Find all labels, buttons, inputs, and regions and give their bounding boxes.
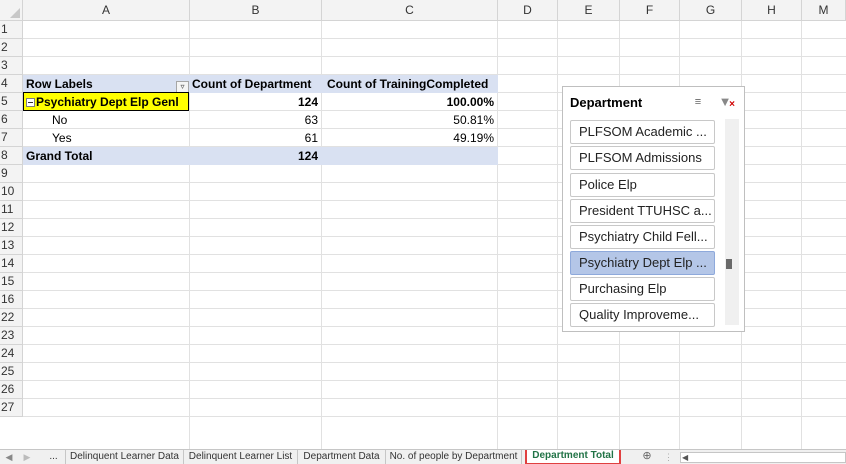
spreadsheet-grid[interactable]: A B C D E F G H M 1 2 3 4 5 6 7 8 9 10 1… [0, 0, 846, 449]
slicer-item[interactable]: President TTUHSC a... [570, 199, 715, 223]
pivot-col-b-header: Count of Department [192, 77, 312, 91]
tab-splitter-icon[interactable]: ⋮ [664, 450, 673, 464]
pivot-row-labels-header: Row Labels [26, 77, 93, 91]
row-header[interactable]: 25 [0, 363, 23, 381]
row-header[interactable]: 16 [0, 291, 23, 309]
department-slicer[interactable]: Department ≡ ▼ × PLFSOM Academic ... PLFS… [562, 86, 745, 332]
row-header[interactable]: 12 [0, 219, 23, 237]
row-header[interactable]: 1 [0, 21, 23, 39]
collapse-icon[interactable] [26, 98, 35, 107]
slicer-item[interactable]: Quality Improveme... [570, 303, 715, 327]
slicer-scrollbar[interactable] [725, 119, 739, 325]
multi-select-icon[interactable]: ≡ [691, 95, 705, 109]
pivot-item-count: 61 [304, 131, 318, 145]
row-header[interactable]: 10 [0, 183, 23, 201]
pivot-grandtotal-label: Grand Total [26, 149, 93, 163]
slicer-scroll-thumb[interactable] [726, 259, 732, 269]
column-header-f[interactable]: F [620, 0, 680, 21]
tab-people-by-department[interactable]: No. of people by Department [386, 450, 522, 464]
pivot-item-label: Yes [52, 131, 72, 145]
pivot-group-label[interactable]: Psychiatry Dept Elp Genl [26, 93, 188, 111]
slicer-item[interactable]: PLFSOM Academic ... [570, 120, 715, 144]
tab-department-data[interactable]: Department Data [298, 450, 386, 464]
pivot-item-label: No [52, 113, 68, 127]
more-sheets-tab[interactable]: ... [42, 450, 66, 464]
pivot-group-pct: 100.00% [446, 95, 494, 109]
row-header[interactable]: 23 [0, 327, 23, 345]
clear-filter-icon[interactable]: ▼ × [717, 94, 735, 110]
next-sheet-icon[interactable]: ▶ [22, 450, 32, 464]
prev-sheet-icon[interactable]: ◀ [4, 450, 14, 464]
select-all-corner[interactable] [0, 0, 23, 21]
row-header[interactable]: 26 [0, 381, 23, 399]
column-header-h[interactable]: H [742, 0, 802, 21]
row-header[interactable]: 22 [0, 309, 23, 327]
pivot-group-count: 124 [297, 95, 318, 109]
row-header[interactable]: 15 [0, 273, 23, 291]
column-header-c[interactable]: C [322, 0, 498, 21]
tab-department-total[interactable]: Department Total [525, 450, 621, 464]
column-header-a[interactable]: A [23, 0, 190, 21]
pivot-grandtotal-count: 124 [297, 149, 318, 163]
tab-delinquent-learner-data[interactable]: Delinquent Learner Data [66, 450, 184, 464]
pivot-item-count: 63 [304, 113, 318, 127]
slicer-item-selected[interactable]: Psychiatry Dept Elp ... [570, 251, 715, 275]
row-header[interactable]: 5 [0, 93, 23, 111]
pivot-item-pct: 50.81% [453, 113, 494, 127]
row-header[interactable]: 27 [0, 399, 23, 417]
slicer-item[interactable]: Psychiatry Child Fell... [570, 225, 715, 249]
row-header[interactable]: 7 [0, 129, 23, 147]
column-header-b[interactable]: B [190, 0, 322, 21]
row-header[interactable]: 2 [0, 39, 23, 57]
column-header-d[interactable]: D [498, 0, 558, 21]
scroll-left-icon[interactable]: ◀ [682, 453, 688, 462]
sheet-tab-bar: ◀ ▶ ... Delinquent Learner Data Delinque… [0, 449, 846, 464]
row-header[interactable]: 13 [0, 237, 23, 255]
horizontal-scrollbar[interactable]: ◀ [680, 452, 846, 463]
column-header-g[interactable]: G [680, 0, 742, 21]
row-header[interactable]: 4 [0, 75, 23, 93]
column-header-e[interactable]: E [558, 0, 620, 21]
row-header[interactable]: 8 [0, 147, 23, 165]
row-header[interactable]: 3 [0, 57, 23, 75]
row-header[interactable]: 9 [0, 165, 23, 183]
slicer-item[interactable]: Purchasing Elp [570, 277, 715, 301]
column-header-m[interactable]: M [802, 0, 846, 21]
tab-delinquent-learner-list[interactable]: Delinquent Learner List [184, 450, 298, 464]
slicer-item[interactable]: Police Elp [570, 173, 715, 197]
row-header[interactable]: 14 [0, 255, 23, 273]
slicer-item[interactable]: PLFSOM Admissions [570, 146, 715, 170]
row-header[interactable]: 24 [0, 345, 23, 363]
row-header[interactable]: 11 [0, 201, 23, 219]
row-header[interactable]: 6 [0, 111, 23, 129]
pivot-item-pct: 49.19% [453, 131, 494, 145]
add-sheet-button[interactable]: ⊕ [640, 450, 654, 464]
pivot-col-c-header: Count of TrainingCompleted [327, 77, 489, 91]
slicer-title: Department [570, 95, 643, 110]
